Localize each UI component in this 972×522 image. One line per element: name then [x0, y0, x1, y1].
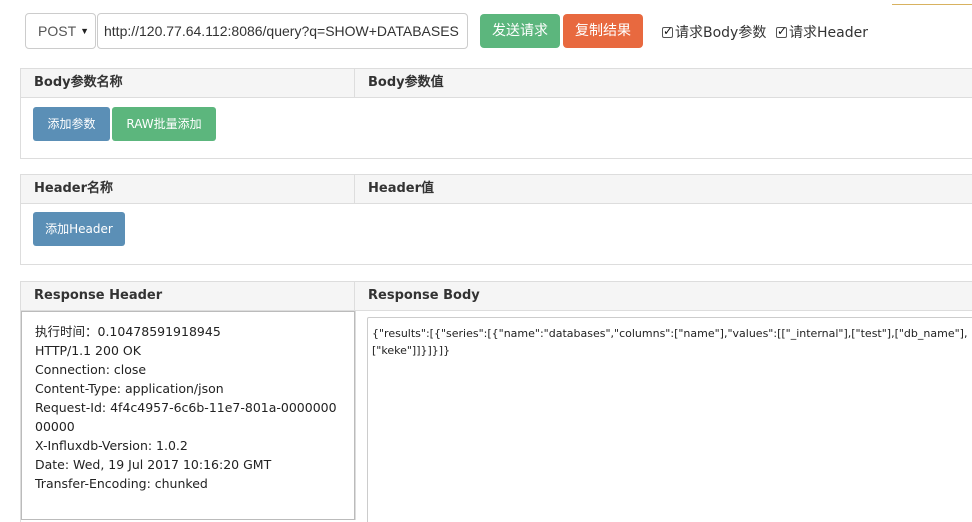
response-panel: Response Header Response Body 执行时间：0.104… — [20, 281, 972, 522]
copy-result-button[interactable]: 复制结果 — [563, 14, 643, 48]
body-param-name-column: Body参数名称 — [21, 69, 355, 97]
response-header-line: 执行时间：0.10478591918945 — [35, 324, 221, 339]
add-param-button[interactable]: 添加参数 — [33, 107, 110, 141]
send-request-button[interactable]: 发送请求 — [480, 14, 560, 48]
header-name-column: Header名称 — [21, 175, 355, 203]
body-param-value-column: Body参数值 — [368, 75, 444, 90]
checkbox-checked-icon[interactable] — [776, 24, 787, 38]
response-header-line: Connection: close — [35, 362, 147, 377]
raw-batch-add-button[interactable]: RAW批量添加 — [112, 107, 216, 141]
response-body-title: Response Body — [368, 288, 480, 303]
response-body-textarea[interactable]: {"results":[{"series":[{"name":"database… — [367, 317, 972, 522]
response-header-line: X-Influxdb-Version: 1.0.2 — [35, 438, 188, 453]
response-header-line: Date: Wed, 19 Jul 2017 10:16:20 GMT — [35, 457, 272, 472]
chevron-down-icon: ▼ — [80, 26, 89, 36]
response-header-line: Transfer-Encoding: chunked — [35, 476, 208, 491]
top-divider — [892, 4, 972, 5]
response-header-textarea[interactable]: 执行时间：0.10478591918945 HTTP/1.1 200 OK Co… — [21, 311, 355, 520]
response-header-line: HTTP/1.1 200 OK — [35, 343, 141, 358]
method-value: POST — [38, 23, 77, 39]
header-checkbox-label: 请求Header — [789, 25, 868, 41]
method-select[interactable]: POST ▼ — [25, 13, 96, 49]
body-params-panel: Body参数名称 Body参数值 添加参数 RAW批量添加 — [20, 68, 972, 159]
add-header-button[interactable]: 添加Header — [33, 212, 125, 246]
response-header-line: Request-Id: 4f4c4957-6c6b-11e7-801a-0000… — [35, 400, 337, 434]
request-toolbar: POST ▼ http://120.77.64.112:8086/query?q… — [0, 0, 972, 62]
url-input[interactable]: http://120.77.64.112:8086/query?q=SHOW+D… — [97, 13, 468, 49]
body-params-checkbox-label: 请求Body参数 — [675, 25, 767, 41]
response-header-line: Content-Type: application/json — [35, 381, 224, 396]
response-header-title: Response Header — [21, 282, 355, 310]
header-value-column: Header值 — [368, 181, 435, 196]
response-table-header: Response Header Response Body — [21, 282, 972, 311]
checkbox-checked-icon[interactable] — [662, 24, 673, 38]
response-body-text: {"results":[{"series":[{"name":"database… — [372, 327, 968, 357]
header-params-table-header: Header名称 Header值 — [21, 175, 972, 204]
response-header-cell: 执行时间：0.10478591918945 HTTP/1.1 200 OK Co… — [21, 311, 356, 520]
header-params-panel: Header名称 Header值 添加Header — [20, 174, 972, 265]
header-checkbox[interactable]: 请求Header — [776, 22, 868, 42]
body-params-checkbox[interactable]: 请求Body参数 — [662, 22, 766, 42]
body-params-table-header: Body参数名称 Body参数值 — [21, 69, 972, 98]
